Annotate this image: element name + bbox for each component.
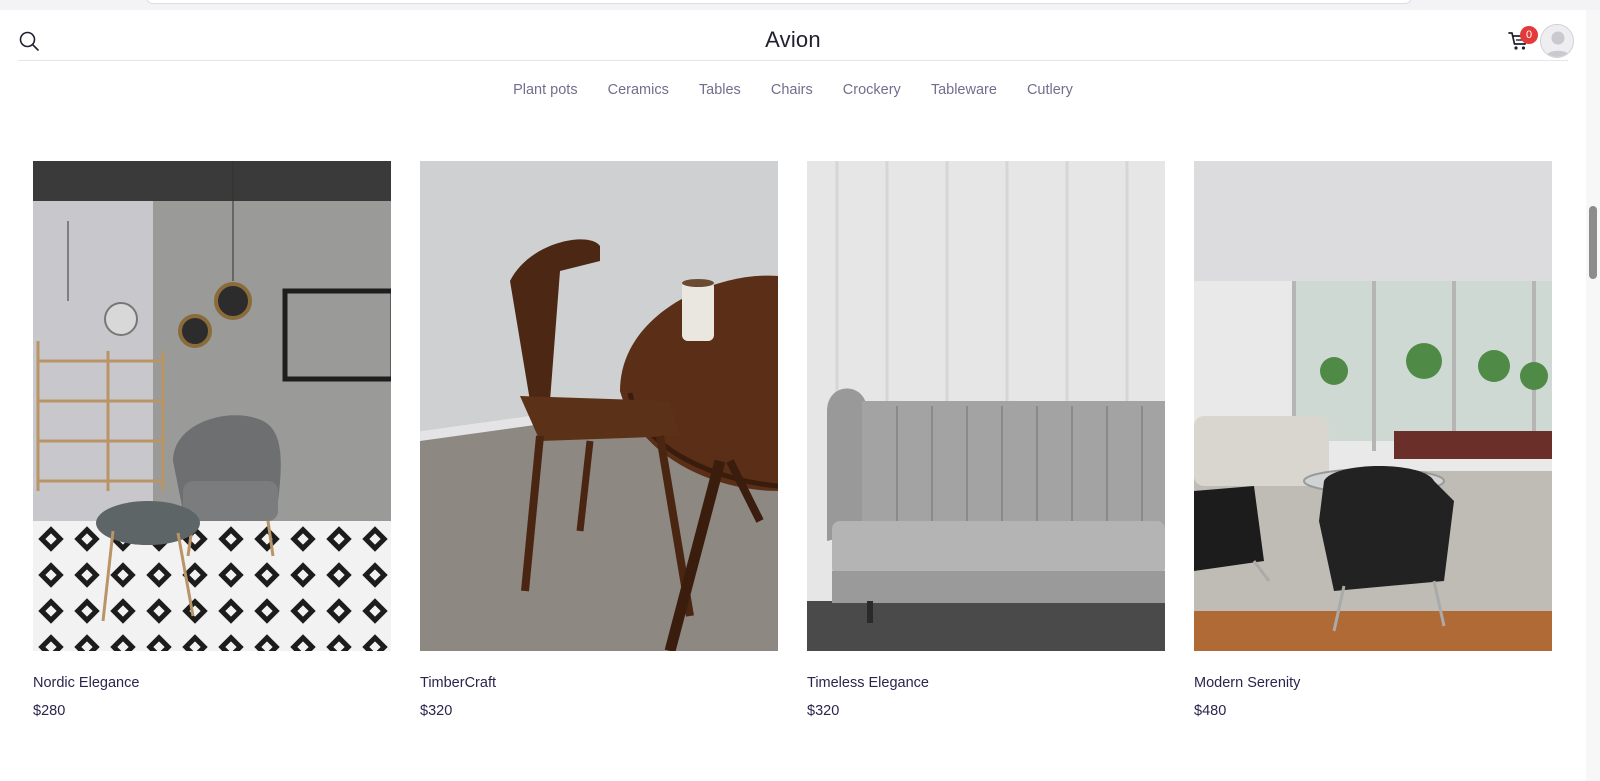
product-card[interactable]: Modern Serenity $480	[1194, 161, 1552, 719]
browser-top-strip	[0, 0, 1600, 10]
product-image-living-room[interactable]	[1194, 161, 1552, 651]
nav-item-crockery[interactable]: Crockery	[843, 82, 901, 98]
product-price: $320	[807, 703, 840, 719]
product-image-grey-sofa[interactable]	[807, 161, 1165, 651]
user-avatar-icon	[1541, 25, 1573, 57]
scrollbar-thumb[interactable]	[1589, 206, 1597, 279]
product-price: $320	[420, 703, 453, 719]
product-card[interactable]: Nordic Elegance $280	[33, 161, 391, 719]
product-name[interactable]: Timeless Elegance	[807, 675, 1165, 691]
address-bar-edge	[146, 0, 1412, 4]
product-image-wooden-chair[interactable]	[420, 161, 778, 651]
category-nav: Plant pots Ceramics Tables Chairs Crocke…	[0, 82, 1586, 98]
nav-item-ceramics[interactable]: Ceramics	[608, 82, 669, 98]
site-header: Avion 0	[18, 10, 1574, 61]
product-price: $480	[1194, 703, 1227, 719]
nav-item-tables[interactable]: Tables	[699, 82, 741, 98]
product-name[interactable]: TimberCraft	[420, 675, 778, 691]
product-image-armchair-room[interactable]	[33, 161, 391, 651]
product-card[interactable]: Timeless Elegance $320	[807, 161, 1165, 719]
product-price: $280	[33, 703, 66, 719]
nav-item-chairs[interactable]: Chairs	[771, 82, 813, 98]
cart-count-badge: 0	[1520, 26, 1538, 44]
nav-item-plant-pots[interactable]: Plant pots	[513, 82, 578, 98]
nav-item-tableware[interactable]: Tableware	[931, 82, 997, 98]
product-name[interactable]: Nordic Elegance	[33, 675, 391, 691]
product-grid: Nordic Elegance $280 TimberCraft $320 Ti…	[33, 161, 1553, 741]
page-scrollbar[interactable]	[1586, 10, 1600, 781]
user-avatar[interactable]	[1540, 24, 1574, 58]
product-card[interactable]: TimberCraft $320	[420, 161, 778, 719]
nav-item-cutlery[interactable]: Cutlery	[1027, 82, 1073, 98]
brand-logo[interactable]: Avion	[18, 27, 1568, 53]
product-name[interactable]: Modern Serenity	[1194, 675, 1552, 691]
